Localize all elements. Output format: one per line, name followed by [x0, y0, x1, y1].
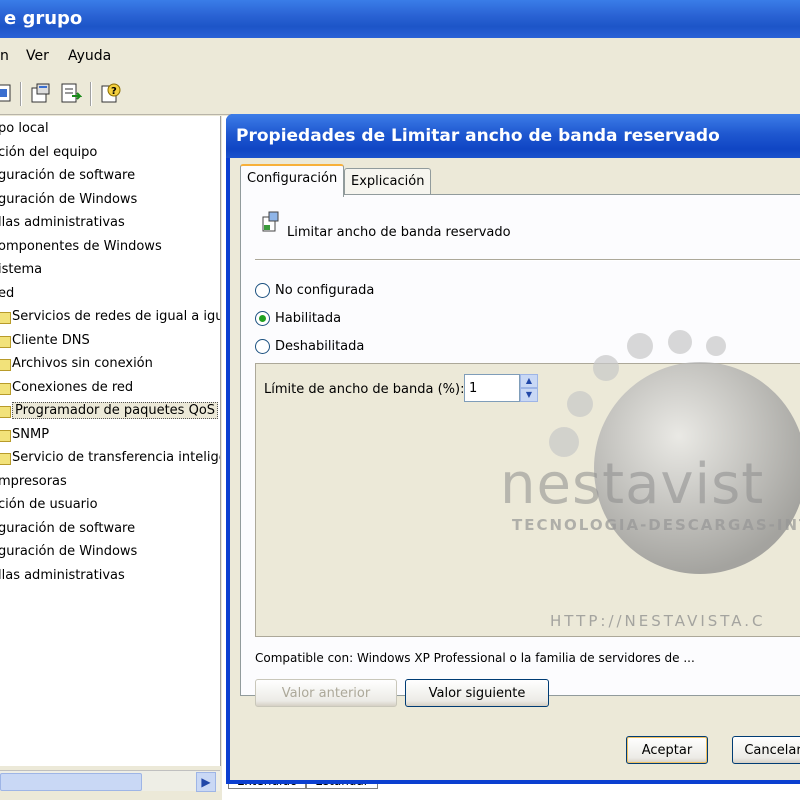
- tree-item-label: llas administrativas: [0, 567, 125, 583]
- tree-item[interactable]: Servicios de redes de igual a igua: [0, 306, 221, 328]
- bandwidth-limit-input[interactable]: [464, 374, 520, 402]
- tree-item[interactable]: ción del equipo: [0, 142, 97, 164]
- tree-item[interactable]: guración de software: [0, 518, 135, 540]
- tree-item-label: guración de Windows: [0, 191, 138, 207]
- tree-item-label: mpresoras: [0, 473, 67, 489]
- dialog-title-bar[interactable]: Propiedades de Limitar ancho de banda re…: [226, 114, 800, 158]
- radio-disabled[interactable]: Deshabilitada: [255, 337, 364, 357]
- tree-item-label: Programador de paquetes QoS: [12, 402, 219, 419]
- console-tree[interactable]: po local ción del equipo guración de softw…: [0, 116, 221, 766]
- tree-item[interactable]: llas administrativas: [0, 212, 125, 234]
- menu-help[interactable]: Ayuda: [68, 48, 111, 64]
- tree-item-label: guración de Windows: [0, 544, 138, 559]
- tree-item-label: istema: [0, 262, 43, 277]
- radio-label: Deshabilitada: [275, 339, 365, 354]
- next-setting-button[interactable]: Valor siguiente: [405, 679, 549, 707]
- tree-item[interactable]: guración de software: [0, 165, 135, 187]
- tree-item-label: Servicios de redes de igual a igua: [12, 309, 221, 324]
- policy-name: Limitar ancho de banda reservado: [287, 225, 511, 240]
- tree-item[interactable]: llas administrativas: [0, 565, 125, 587]
- watermark-brand: nestavist: [500, 452, 765, 517]
- tree-item[interactable]: mpresoras: [0, 471, 67, 493]
- tree-item[interactable]: guración de Windows: [0, 189, 137, 211]
- radio-enabled[interactable]: Habilitada: [255, 309, 341, 329]
- spin-down-icon[interactable]: ▼: [520, 388, 538, 402]
- tree-item[interactable]: istema: [0, 259, 42, 281]
- tab-explanation[interactable]: Explicación: [344, 168, 432, 195]
- menu-bar: n Ver Ayuda: [0, 38, 800, 75]
- divider: [255, 259, 800, 261]
- policy-setting-icon: [261, 211, 281, 233]
- tree-item-label: guración de software: [0, 168, 136, 183]
- tree-item[interactable]: po local: [0, 118, 49, 140]
- watermark-tagline: TECNOLOGIA-DESCARGAS-INTE: [512, 516, 800, 534]
- tree-item-label: llas administrativas: [0, 215, 125, 230]
- radio-button[interactable]: [255, 339, 270, 354]
- scroll-right-icon[interactable]: ▶: [196, 772, 216, 792]
- folder-icon: [0, 429, 11, 442]
- tree-item-label: guración de software: [0, 520, 136, 536]
- menu-action[interactable]: n: [0, 48, 9, 64]
- tree-horizontal-scrollbar[interactable]: ▶: [0, 770, 220, 792]
- ok-button[interactable]: Aceptar: [626, 736, 708, 764]
- tree-item-label: Cliente DNS: [12, 332, 90, 348]
- bandwidth-limit-stepper[interactable]: ▲ ▼: [520, 374, 538, 402]
- radio-button[interactable]: [255, 283, 270, 298]
- help-icon[interactable]: ?: [100, 82, 122, 104]
- compatibility-text: Compatible con: Windows XP Professional …: [255, 651, 695, 665]
- tree-item[interactable]: Programador de paquetes QoS: [0, 400, 219, 422]
- radio-not-configured[interactable]: No configurada: [255, 281, 374, 301]
- previous-setting-button[interactable]: Valor anterior: [255, 679, 397, 707]
- radio-label: No configurada: [275, 283, 375, 298]
- folder-icon: [0, 359, 11, 371]
- cancel-button[interactable]: Cancelar: [732, 736, 800, 764]
- tree-item[interactable]: Conexiones de red: [0, 377, 133, 399]
- spin-up-icon[interactable]: ▲: [520, 374, 538, 388]
- folder-icon: [0, 335, 11, 348]
- tab-configuration[interactable]: Configuración: [240, 164, 345, 197]
- toolbar-separator: [20, 82, 22, 106]
- tree-item[interactable]: omponentes de Windows: [0, 236, 162, 258]
- properties-icon[interactable]: [30, 82, 52, 104]
- folder-icon: [0, 406, 11, 418]
- tree-item-label: Archivos sin conexión: [12, 356, 153, 371]
- folder-icon: [0, 453, 11, 465]
- radio-label: Habilitada: [275, 311, 342, 326]
- toolbar-separator: [90, 82, 92, 106]
- properties-dialog: Propiedades de Limitar ancho de banda re…: [226, 114, 800, 784]
- main-window-title: e grupo: [4, 8, 83, 29]
- radio-button[interactable]: [255, 311, 270, 326]
- export-list-icon[interactable]: [60, 82, 83, 104]
- tree-item-label: po local: [0, 121, 49, 136]
- tree-item-label: SNMP: [12, 426, 50, 442]
- bandwidth-limit-label: Límite de ancho de banda (%):: [264, 382, 465, 397]
- folder-icon: [0, 382, 11, 395]
- tree-item[interactable]: SNMP: [0, 424, 49, 446]
- tree-item[interactable]: Archivos sin conexión: [0, 353, 153, 375]
- tree-item[interactable]: Servicio de transferencia inteliger: [0, 447, 221, 469]
- tree-item-label: omponentes de Windows: [0, 238, 162, 254]
- toolbar: ?: [0, 74, 800, 115]
- dialog-title: Propiedades de Limitar ancho de banda re…: [236, 126, 720, 146]
- tree-item[interactable]: Cliente DNS: [0, 330, 90, 352]
- menu-view[interactable]: Ver: [26, 48, 49, 64]
- folder-icon: [0, 312, 11, 324]
- svg-text:?: ?: [111, 86, 117, 97]
- tree-item[interactable]: ción de usuario: [0, 494, 98, 516]
- tree-item[interactable]: ed: [0, 283, 14, 305]
- tree-item[interactable]: guración de Windows: [0, 541, 137, 563]
- tab-explanation-label: Explicación: [351, 174, 425, 189]
- main-window-title-bar[interactable]: e grupo: [0, 0, 800, 38]
- watermark-url: HTTP://NESTAVISTA.C: [550, 612, 766, 630]
- tree-item-label: Servicio de transferencia inteliger: [12, 450, 221, 465]
- tree-item-label: ed: [0, 285, 15, 301]
- tree-item-label: ción de usuario: [0, 497, 98, 512]
- back-icon[interactable]: [0, 82, 14, 104]
- tree-item-label: ción del equipo: [0, 144, 98, 160]
- tree-item-label: Conexiones de red: [12, 379, 134, 395]
- scrollbar-thumb[interactable]: [0, 773, 142, 791]
- tab-configuration-label: Configuración: [247, 171, 338, 186]
